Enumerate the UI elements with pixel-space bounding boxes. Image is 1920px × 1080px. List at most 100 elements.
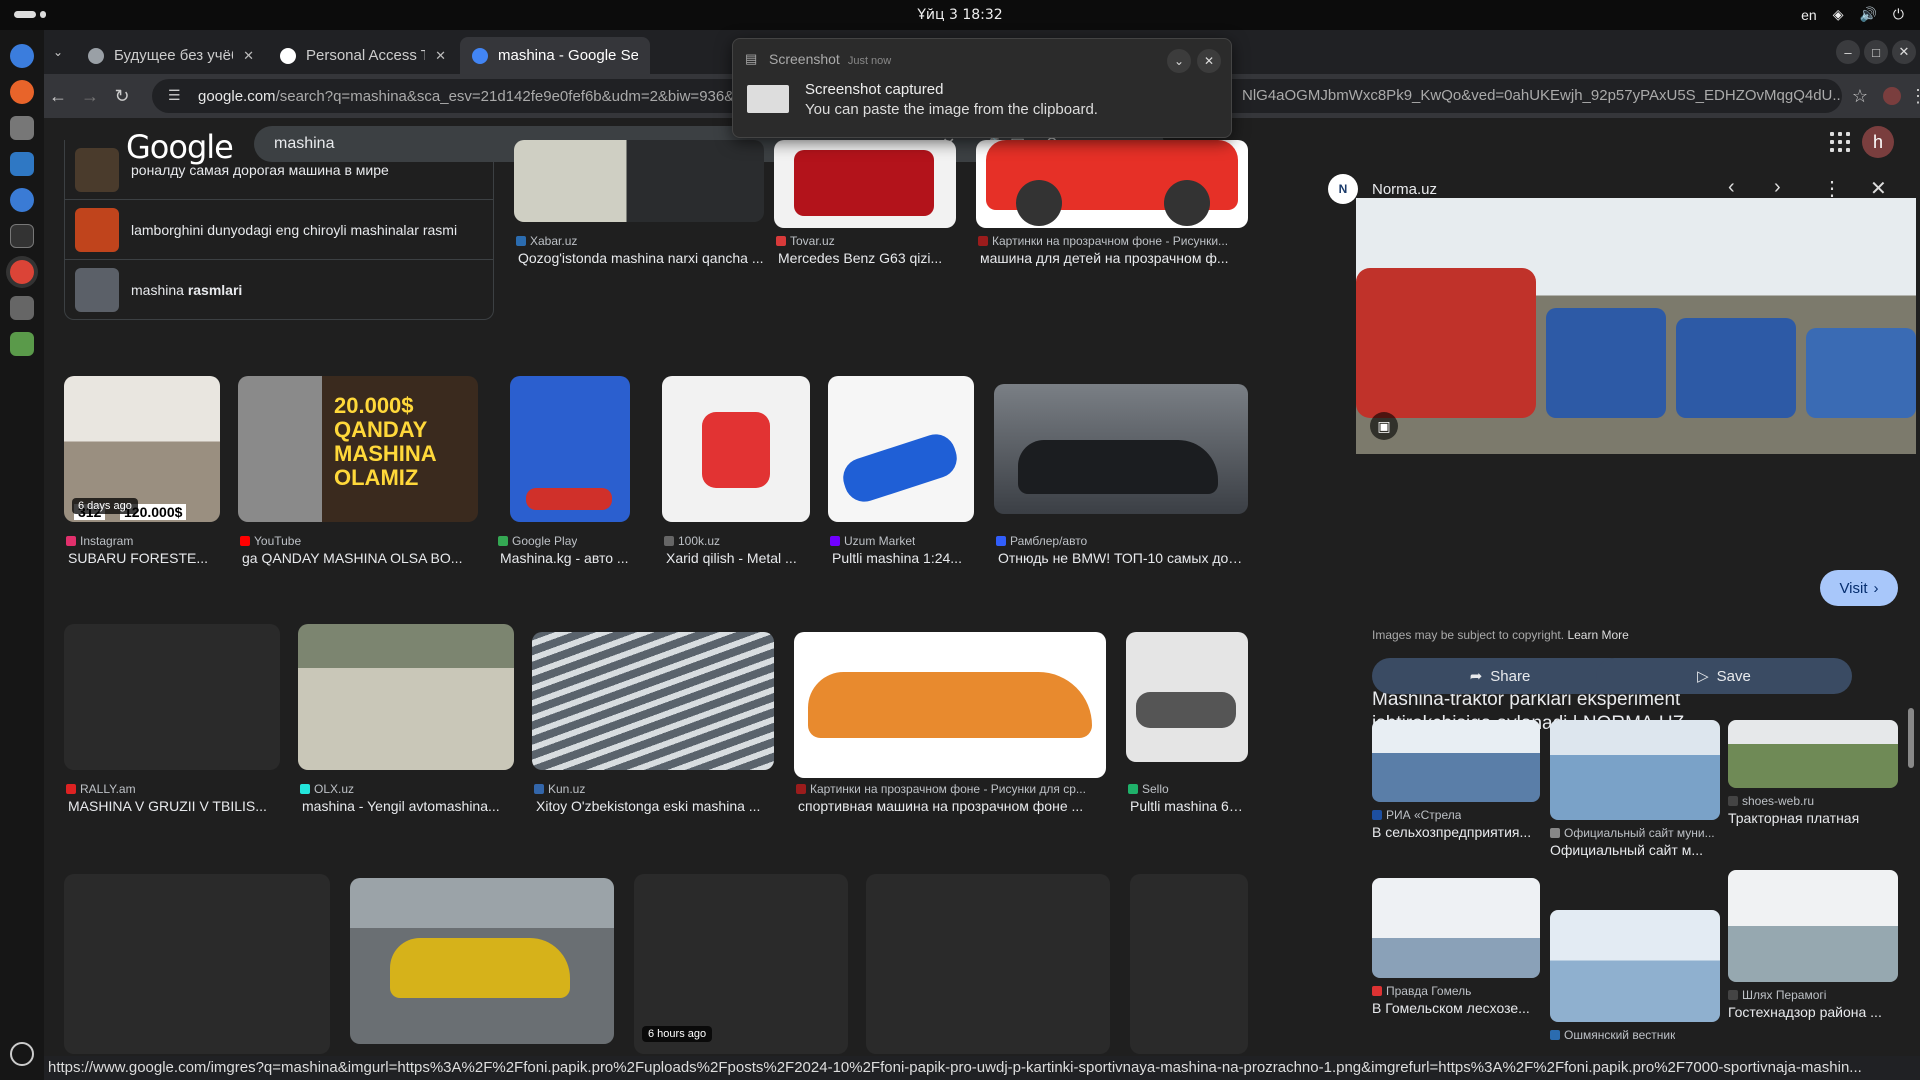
image-result[interactable]	[1130, 874, 1248, 1054]
menu-icon[interactable]: ⋮	[1904, 82, 1920, 110]
link-status-bar: https://www.google.com/imgres?q=mashina&…	[44, 1056, 1920, 1080]
trash-icon[interactable]	[10, 332, 34, 356]
language-indicator[interactable]: en	[1801, 7, 1817, 23]
result-title: Qozog'istonda mashina narxi qancha ...	[518, 250, 764, 266]
image-result[interactable]: Google Play Mashina.kg - авто ...	[496, 376, 630, 576]
result-source-text: Google Play	[512, 534, 578, 548]
similar-image[interactable]: Шлях Перамогі Гостехнадзор района ...	[1728, 870, 1898, 1020]
files-icon[interactable]	[10, 116, 34, 140]
similar-image[interactable]: Официальный сайт муни... Официальный сай…	[1550, 720, 1720, 858]
result-image	[1126, 632, 1248, 762]
chrome-icon[interactable]	[10, 260, 34, 284]
image-result[interactable]: Kun.uz Xitoy O'zbekistonga eski mashina …	[532, 624, 774, 824]
writer-icon[interactable]	[10, 152, 34, 176]
scrollbar-thumb[interactable]	[1908, 708, 1914, 768]
back-icon[interactable]: ←	[44, 82, 72, 110]
image-result[interactable]: Картинки на прозрачном фоне - Рисунки...…	[976, 140, 1248, 285]
image-result[interactable]	[866, 874, 1110, 1054]
tab-1[interactable]: Будущее без учёбы ✕	[76, 37, 266, 74]
image-result[interactable]: Картинки на прозрачном фоне - Рисунки дл…	[794, 624, 1106, 824]
image-result[interactable]: OLX.uz mashina - Yengil avtomashina...	[298, 624, 514, 824]
result-title: Xitoy O'zbekistonga eski mashina ...	[536, 798, 761, 814]
result-image: 6 hours ago	[634, 874, 848, 1054]
close-notification-icon[interactable]: ✕	[1197, 49, 1221, 73]
result-title: Mashina.kg - авто ...	[500, 550, 629, 566]
image-result[interactable]: Tovar.uz Mercedes Benz G63 qizi...	[774, 140, 956, 285]
image-result[interactable]	[64, 874, 330, 1054]
close-icon[interactable]: ✕	[243, 48, 254, 64]
result-source-text: Sello	[1142, 782, 1169, 796]
scrollbar[interactable]	[1908, 248, 1916, 768]
result-source: Рамблер/авто	[996, 534, 1087, 548]
system-tray[interactable]: en ◈ 🔊 ⏻	[1801, 6, 1904, 23]
tab-favicon-icon	[88, 47, 104, 64]
similar-image[interactable]: shoes-web.ru Тракторная платная	[1728, 720, 1898, 826]
avatar[interactable]: h	[1862, 126, 1894, 158]
image-result[interactable]	[350, 878, 614, 1054]
minimize-icon[interactable]: –	[1836, 40, 1860, 64]
profile-icon[interactable]	[1883, 87, 1901, 105]
image-result[interactable]: 6 hours ago	[634, 874, 848, 1054]
tab-3-active[interactable]: mashina - Google Sear	[460, 37, 650, 74]
similar-source: РИА «Стрела	[1386, 808, 1462, 822]
maximize-icon[interactable]: □	[1864, 40, 1888, 64]
next-icon[interactable]: ›	[1774, 176, 1781, 199]
source-favicon-icon	[664, 536, 674, 546]
prev-icon[interactable]: ‹	[1728, 176, 1735, 199]
lens-search-icon[interactable]: ▣	[1370, 412, 1398, 440]
result-source: Картинки на прозрачном фоне - Рисунки дл…	[796, 782, 1104, 796]
preview-image[interactable]: ▣	[1356, 198, 1916, 454]
similar-image[interactable]: РИА «Стрела В сельхозпредприятия...	[1372, 720, 1540, 840]
image-result[interactable]: 100k.uz Xarid qilish - Metal ...	[662, 376, 810, 576]
firefox-icon[interactable]	[10, 80, 34, 104]
similar-source: Официальный сайт муни...	[1564, 826, 1715, 840]
image-result[interactable]: 20.000$ QANDAY MASHINA OLAMIZ YouTube ga…	[238, 376, 478, 576]
image-result[interactable]: Xabar.uz Qozog'istonda mashina narxi qan…	[514, 140, 764, 285]
result-title: SUBARU FORESTE...	[68, 550, 209, 566]
result-image	[510, 376, 630, 522]
forward-icon[interactable]: →	[76, 82, 104, 110]
learn-more-link[interactable]: Learn More	[1567, 628, 1628, 642]
related-text-bold: rasmlari	[187, 282, 243, 298]
site-name[interactable]: Norma.uz	[1372, 181, 1437, 198]
related-search-item[interactable]: lamborghini dunyodagi eng chiroyli mashi…	[65, 200, 493, 260]
apps-grid-icon[interactable]	[1830, 132, 1850, 152]
image-result[interactable]: Sello Pultli mashina 6108 ...	[1126, 624, 1248, 824]
image-result[interactable]: Рамблер/авто Отнюдь не BMW! ТОП-10 самых…	[994, 376, 1248, 576]
image-result[interactable]: RALLY.am MASHINA V GRUZII V TBILIS...	[64, 624, 280, 824]
image-result[interactable]: 312 120.000$ 6 days ago Instagram SUBARU…	[64, 376, 220, 576]
screenshot-notification[interactable]: ▤ Screenshot Just now Screenshot captured…	[732, 38, 1232, 138]
system-top-bar: Ұйц 3 18:32 en ◈ 🔊 ⏻	[0, 0, 1920, 30]
image-result[interactable]: Uzum Market Pultli mashina 1:24...	[828, 376, 974, 576]
terminal-icon[interactable]	[10, 224, 34, 248]
save-button[interactable]: ▷ Save	[1596, 658, 1852, 694]
close-window-icon[interactable]: ✕	[1892, 40, 1916, 64]
source-favicon-icon	[534, 784, 544, 794]
clock[interactable]: Ұйц 3 18:32	[0, 7, 1920, 23]
related-search-item[interactable]: роналду самая дорогая машина в мире	[65, 140, 493, 200]
expand-icon[interactable]: ⌄	[1167, 49, 1191, 73]
similar-image[interactable]: Правда Гомель В Гомельском лесхозе...	[1372, 878, 1540, 1016]
tab-search-icon[interactable]: ⌄	[44, 38, 72, 66]
show-apps-icon[interactable]	[10, 1042, 34, 1066]
site-info-icon[interactable]: ☰	[168, 87, 181, 104]
time-badge: 6 days ago	[72, 498, 138, 514]
bookmark-star-icon[interactable]: ☆	[1846, 82, 1874, 110]
thunderbird-icon[interactable]	[10, 44, 34, 68]
similar-image[interactable]: Ошмянский вестник	[1550, 910, 1720, 1042]
result-title: Mercedes Benz G63 qizi...	[778, 250, 943, 266]
close-icon[interactable]: ✕	[435, 48, 446, 64]
result-image	[774, 140, 956, 228]
help-icon[interactable]	[10, 188, 34, 212]
drive-icon[interactable]	[10, 296, 34, 320]
screenshot-thumbnail	[747, 85, 789, 113]
share-button[interactable]: ➦ Share	[1372, 658, 1628, 694]
power-icon: ⏻	[1892, 6, 1904, 22]
visit-button[interactable]: Visit ›	[1820, 570, 1898, 606]
github-icon	[280, 47, 296, 64]
result-source: Sello	[1128, 782, 1169, 796]
reload-icon[interactable]: ↻	[108, 82, 136, 110]
related-search-item[interactable]: mashina rasmlari	[65, 260, 493, 320]
related-thumbnail	[75, 207, 119, 252]
tab-2[interactable]: Personal Access Tokens ( ✕	[268, 37, 458, 74]
